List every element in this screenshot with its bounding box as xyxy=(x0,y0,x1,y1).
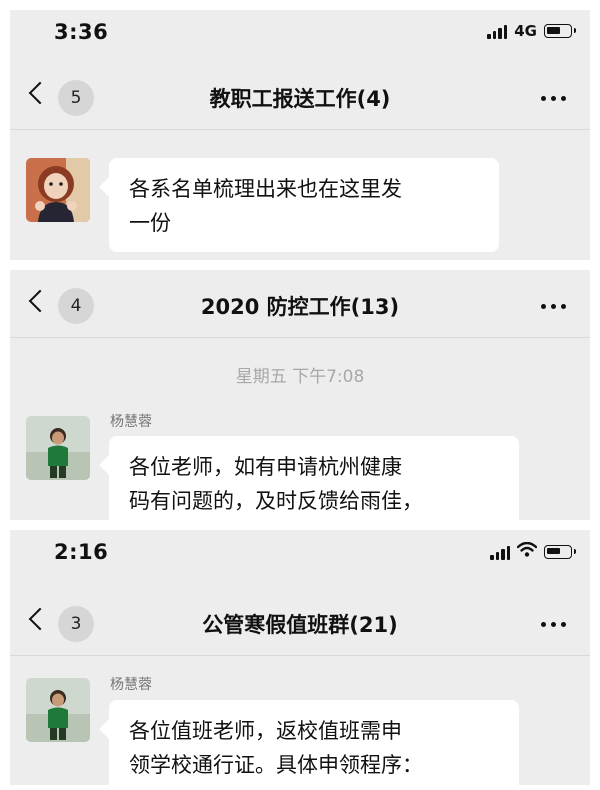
battery-icon xyxy=(544,24,576,38)
chevron-left-icon[interactable] xyxy=(28,81,52,105)
chat-screen-1: 3:36 4G 5 教职工报送工作(4) 各系名单梳理出来也在这里发 一份 xyxy=(10,10,590,260)
chat-title: 教职工报送工作(4) xyxy=(209,87,391,111)
chat-header: 3 公管寒假值班群(21) xyxy=(10,594,590,656)
status-time: 3:36 xyxy=(54,20,109,44)
network-type-label: 4G xyxy=(514,22,537,40)
chat-title: 公管寒假值班群(21) xyxy=(202,613,398,637)
status-time: 2:16 xyxy=(54,540,109,564)
message-bubble[interactable]: 各系名单梳理出来也在这里发 一份 xyxy=(109,158,499,252)
more-horizontal-icon[interactable] xyxy=(541,622,566,627)
chevron-left-icon[interactable] xyxy=(28,289,52,313)
sender-name: 杨慧蓉 xyxy=(110,414,152,430)
wifi-icon xyxy=(516,541,538,561)
cellular-signal-icon xyxy=(490,544,510,560)
cellular-signal-icon xyxy=(487,23,508,39)
message-line: 领学校通行证。具体申领程序： xyxy=(129,753,423,777)
avatar[interactable] xyxy=(26,416,90,480)
message-bubble[interactable]: 各位老师，如有申请杭州健康 码有问题的，及时反馈给雨佳， xyxy=(109,436,519,520)
message-line: 码有问题的，及时反馈给雨佳， xyxy=(129,489,423,513)
chat-header: 5 教职工报送工作(4) xyxy=(10,68,590,130)
more-horizontal-icon[interactable] xyxy=(541,96,566,101)
status-icons: 4G xyxy=(487,22,576,40)
avatar[interactable] xyxy=(26,678,90,742)
status-bar: 3:36 4G xyxy=(10,10,590,56)
more-horizontal-icon[interactable] xyxy=(541,304,566,309)
chat-title: 2020 防控工作(13) xyxy=(200,295,400,319)
message-timestamp: 星期五 下午7:08 xyxy=(235,367,365,387)
chat-screen-3: 2:16 3 公管寒假值班群(21) 杨慧蓉 各位值班老师，返校值班需申 领学校… xyxy=(10,530,590,785)
battery-icon xyxy=(544,544,576,559)
unread-count-badge[interactable]: 4 xyxy=(58,288,94,324)
status-bar: 2:16 xyxy=(10,530,590,576)
message-line: 各位老师，如有申请杭州健康 xyxy=(129,455,402,479)
message-bubble[interactable]: 各位值班老师，返校值班需申 领学校通行证。具体申领程序： xyxy=(109,700,519,785)
chat-header: 4 2020 防控工作(13) xyxy=(10,276,590,338)
message-line: 一份 xyxy=(129,211,171,235)
unread-count-badge[interactable]: 3 xyxy=(58,606,94,642)
message-line: 各系名单梳理出来也在这里发 xyxy=(129,177,402,201)
status-icons xyxy=(490,541,576,561)
chevron-left-icon[interactable] xyxy=(28,607,52,631)
unread-count-badge[interactable]: 5 xyxy=(58,80,94,116)
chat-screen-2: 4 2020 防控工作(13) 星期五 下午7:08 杨慧蓉 各位老师，如有申请… xyxy=(10,270,590,520)
sender-name: 杨慧蓉 xyxy=(110,677,152,693)
message-line: 各位值班老师，返校值班需申 xyxy=(129,719,402,743)
avatar[interactable] xyxy=(26,158,90,222)
